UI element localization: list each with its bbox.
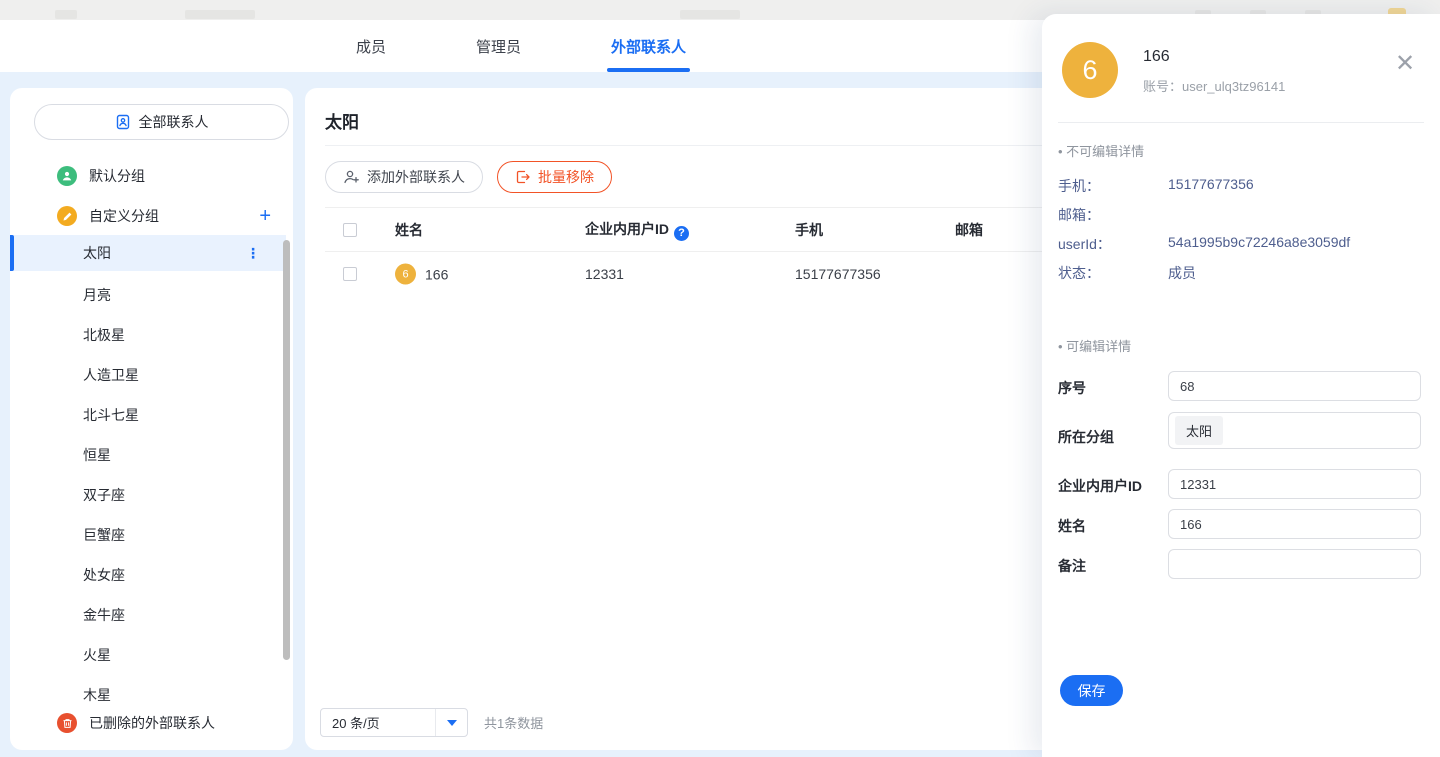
deleted-contacts-label: 已删除的外部联系人 xyxy=(89,713,215,733)
sidebar-group-beijixing[interactable]: 北极星 xyxy=(10,315,286,355)
phone-cell: 15177677356 xyxy=(795,266,881,282)
name-input[interactable] xyxy=(1168,509,1421,539)
group-label: 双子座 xyxy=(83,485,125,505)
group-label: 北极星 xyxy=(83,325,125,345)
contact-book-icon xyxy=(115,114,131,130)
default-group-label: 默认分组 xyxy=(89,166,145,186)
sidebar-group-chunvzuo[interactable]: 处女座 xyxy=(10,555,286,595)
toolbar: 添加外部联系人 批量移除 xyxy=(325,161,612,193)
group-label: 金牛座 xyxy=(83,605,125,625)
contact-name-cell: 6 166 xyxy=(395,264,448,285)
divider xyxy=(1058,122,1424,123)
readonly-field-phone: 手机： 15177677356 xyxy=(1058,176,1424,196)
group-label: 恒星 xyxy=(83,445,111,465)
tab-members[interactable]: 成员 xyxy=(354,20,388,72)
sidebar-group-renzaoweixing[interactable]: 人造卫星 xyxy=(10,355,286,395)
remove-button-label: 批量移除 xyxy=(538,167,594,187)
ghost-icon xyxy=(55,10,77,19)
select-all-checkbox[interactable] xyxy=(343,223,357,237)
sidebar-scrollbar[interactable] xyxy=(283,240,290,660)
page-size-select[interactable]: 20 条/页 xyxy=(320,708,468,737)
row-checkbox[interactable] xyxy=(343,267,357,281)
tab-bar: 成员 管理员 外部联系人 xyxy=(0,20,1042,72)
tab-external-contacts[interactable]: 外部联系人 xyxy=(609,20,688,72)
group-label: 巨蟹座 xyxy=(83,525,125,545)
group-label: 木星 xyxy=(83,685,111,705)
column-header-phone: 手机 xyxy=(795,220,823,240)
custom-group-label: 自定义分组 xyxy=(89,206,159,226)
corp-id-input[interactable] xyxy=(1168,469,1421,499)
sidebar-group-yueliang[interactable]: 月亮 xyxy=(10,275,286,315)
sidebar-group-jinniuzuo[interactable]: 金牛座 xyxy=(10,595,286,635)
group-label: 太阳 xyxy=(83,243,111,263)
all-contacts-button[interactable]: 全部联系人 xyxy=(34,104,289,140)
batch-remove-button[interactable]: 批量移除 xyxy=(497,161,612,193)
sidebar: 全部联系人 默认分组 自定义分组 + 太阳 ⋮ 月亮 北极星 人造卫星 北斗七星… xyxy=(10,88,293,750)
group-label: 月亮 xyxy=(83,285,111,305)
ghost-text xyxy=(680,10,740,19)
dropdown-caret-box xyxy=(435,709,467,736)
group-label: 处女座 xyxy=(83,565,125,585)
page-size-value: 20 条/页 xyxy=(321,713,435,732)
corp-user-id-cell: 12331 xyxy=(585,266,624,282)
remark-input[interactable] xyxy=(1168,549,1421,579)
group-more-menu-icon[interactable]: ⋮ xyxy=(246,250,260,256)
sidebar-item-custom-group[interactable]: 自定义分组 + xyxy=(10,198,293,234)
contact-name: 166 xyxy=(425,266,448,282)
column-header-name: 姓名 xyxy=(395,220,423,240)
tab-admins[interactable]: 管理员 xyxy=(474,20,523,72)
readonly-section-title: 不可编辑详情 xyxy=(1058,141,1144,160)
group-label: 人造卫星 xyxy=(83,365,139,385)
sidebar-group-hengxing[interactable]: 恒星 xyxy=(10,435,286,475)
group-tag: 太阳 xyxy=(1175,416,1223,445)
add-button-label: 添加外部联系人 xyxy=(367,167,465,187)
column-header-corp-user-id: 企业内用户ID? xyxy=(585,219,689,241)
name-label: 姓名 xyxy=(1058,516,1086,536)
group-label: 北斗七星 xyxy=(83,405,139,425)
group-label: 所在分组 xyxy=(1058,427,1114,447)
contact-name: 166 xyxy=(1143,48,1170,66)
readonly-field-userid: userId： 54a1995b9c72246a8e3059df xyxy=(1058,234,1424,254)
ghost-text xyxy=(185,10,255,19)
close-icon[interactable]: ✕ xyxy=(1394,54,1416,76)
readonly-field-status: 状态： 成员 xyxy=(1058,263,1424,283)
chevron-down-icon xyxy=(447,720,457,726)
contact-detail-panel: ✕ 6 166 账号：user_ulq3tz96141 不可编辑详情 手机： 1… xyxy=(1042,14,1440,757)
readonly-field-email: 邮箱： xyxy=(1058,205,1424,225)
sidebar-group-taiyang[interactable]: 太阳 ⋮ xyxy=(10,235,286,271)
corp-id-label: 企业内用户ID xyxy=(1058,476,1142,496)
add-group-button[interactable]: + xyxy=(259,206,271,226)
remark-label: 备注 xyxy=(1058,556,1086,576)
column-header-email: 邮箱 xyxy=(955,220,983,240)
contact-account: 账号：user_ulq3tz96141 xyxy=(1143,76,1285,95)
all-contacts-label: 全部联系人 xyxy=(139,112,209,132)
page-title: 太阳 xyxy=(325,108,359,133)
save-button[interactable]: 保存 xyxy=(1060,675,1123,706)
group-input[interactable]: 太阳 xyxy=(1168,412,1421,449)
sidebar-group-beidouqixing[interactable]: 北斗七星 xyxy=(10,395,286,435)
sidebar-item-deleted-contacts[interactable]: 已删除的外部联系人 xyxy=(10,705,293,741)
sidebar-group-shuangzizuo[interactable]: 双子座 xyxy=(10,475,286,515)
add-external-contact-button[interactable]: 添加外部联系人 xyxy=(325,161,483,193)
pagination: 20 条/页 共1条数据 xyxy=(320,708,543,737)
sidebar-group-juxiezuo[interactable]: 巨蟹座 xyxy=(10,515,286,555)
group-label: 火星 xyxy=(83,645,111,665)
person-plus-icon xyxy=(343,169,360,185)
avatar: 6 xyxy=(395,264,416,285)
remove-export-icon xyxy=(515,169,531,185)
seq-label: 序号 xyxy=(1058,378,1086,398)
avatar: 6 xyxy=(1062,42,1118,98)
help-icon[interactable]: ? xyxy=(674,226,689,241)
sidebar-group-huoxing[interactable]: 火星 xyxy=(10,635,286,675)
editable-section-title: 可编辑详情 xyxy=(1058,336,1131,355)
person-icon xyxy=(57,166,77,186)
pencil-icon xyxy=(57,206,77,226)
trash-icon xyxy=(57,713,77,733)
total-count-label: 共1条数据 xyxy=(484,713,543,732)
sidebar-item-default-group[interactable]: 默认分组 xyxy=(10,158,293,194)
seq-input[interactable] xyxy=(1168,371,1421,401)
